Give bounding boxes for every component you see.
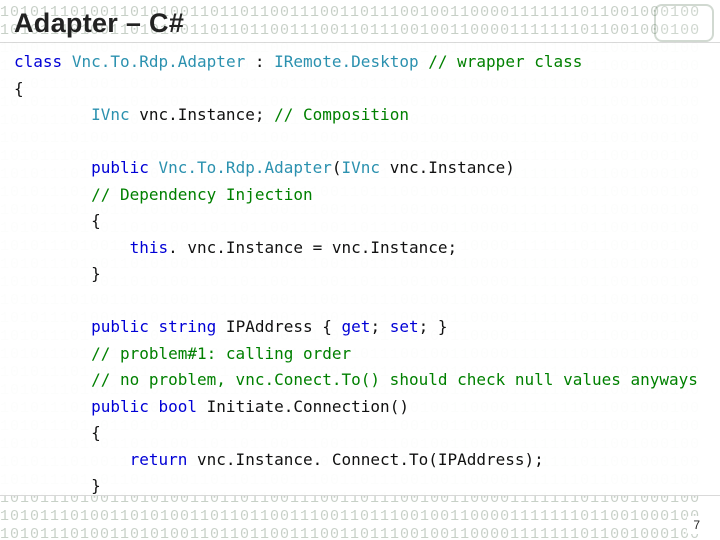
brace-close-2: } — [91, 264, 101, 283]
assign-instance: . vnc.Instance = vnc.Instance; — [168, 238, 457, 257]
page-number: 7 — [687, 516, 706, 534]
code-content: class Vnc.To.Rdp.Adapter : IRemote.Deskt… — [14, 49, 710, 500]
corner-decoration — [654, 4, 714, 42]
comment-di: // Dependency Injection — [91, 185, 313, 204]
prop-ipaddress: IPAddress { — [216, 317, 341, 336]
keyword-public-3: public — [91, 397, 149, 416]
comment-noproblem: // no problem, vnc.Conect.To() should ch… — [91, 370, 698, 389]
keyword-class: class — [14, 52, 62, 71]
comment-composition: // Composition — [274, 105, 409, 124]
keyword-bool: bool — [159, 397, 198, 416]
comment-problem1: // problem#1: calling order — [91, 344, 351, 363]
type-ivnc: IVnc — [91, 105, 130, 124]
keyword-string: string — [159, 317, 217, 336]
slide: 1010111010011010100110110110011100110111… — [0, 0, 720, 540]
keyword-this: this — [130, 238, 169, 257]
brace-open-3: { — [91, 423, 101, 442]
prop-tail: ; } — [419, 317, 448, 336]
keyword-public-2: public — [91, 317, 149, 336]
type-adapter: Vnc.To.Rdp.Adapter — [72, 52, 245, 71]
ctor-name: Vnc.To.Rdp.Adapter — [159, 158, 332, 177]
code-block: class Vnc.To.Rdp.Adapter : IRemote.Deskt… — [0, 42, 720, 496]
keyword-public: public — [91, 158, 149, 177]
type-iremote: IRemote.Desktop — [274, 52, 419, 71]
brace-close-3: } — [91, 476, 101, 495]
keyword-get: get — [342, 317, 371, 336]
comment-wrapper: // wrapper class — [428, 52, 582, 71]
param-name: vnc.Instance) — [380, 158, 515, 177]
method-initiate: Initiate.Connection() — [197, 397, 409, 416]
brace-open: { — [14, 79, 24, 98]
return-expr: vnc.Instance. Connect.To(IPAddress); — [187, 450, 543, 469]
param-type: IVnc — [342, 158, 381, 177]
keyword-return: return — [130, 450, 188, 469]
keyword-set: set — [390, 317, 419, 336]
field-decl: vnc.Instance; — [130, 105, 275, 124]
brace-open-2: { — [91, 211, 101, 230]
slide-title: Adapter – C# — [14, 8, 184, 39]
